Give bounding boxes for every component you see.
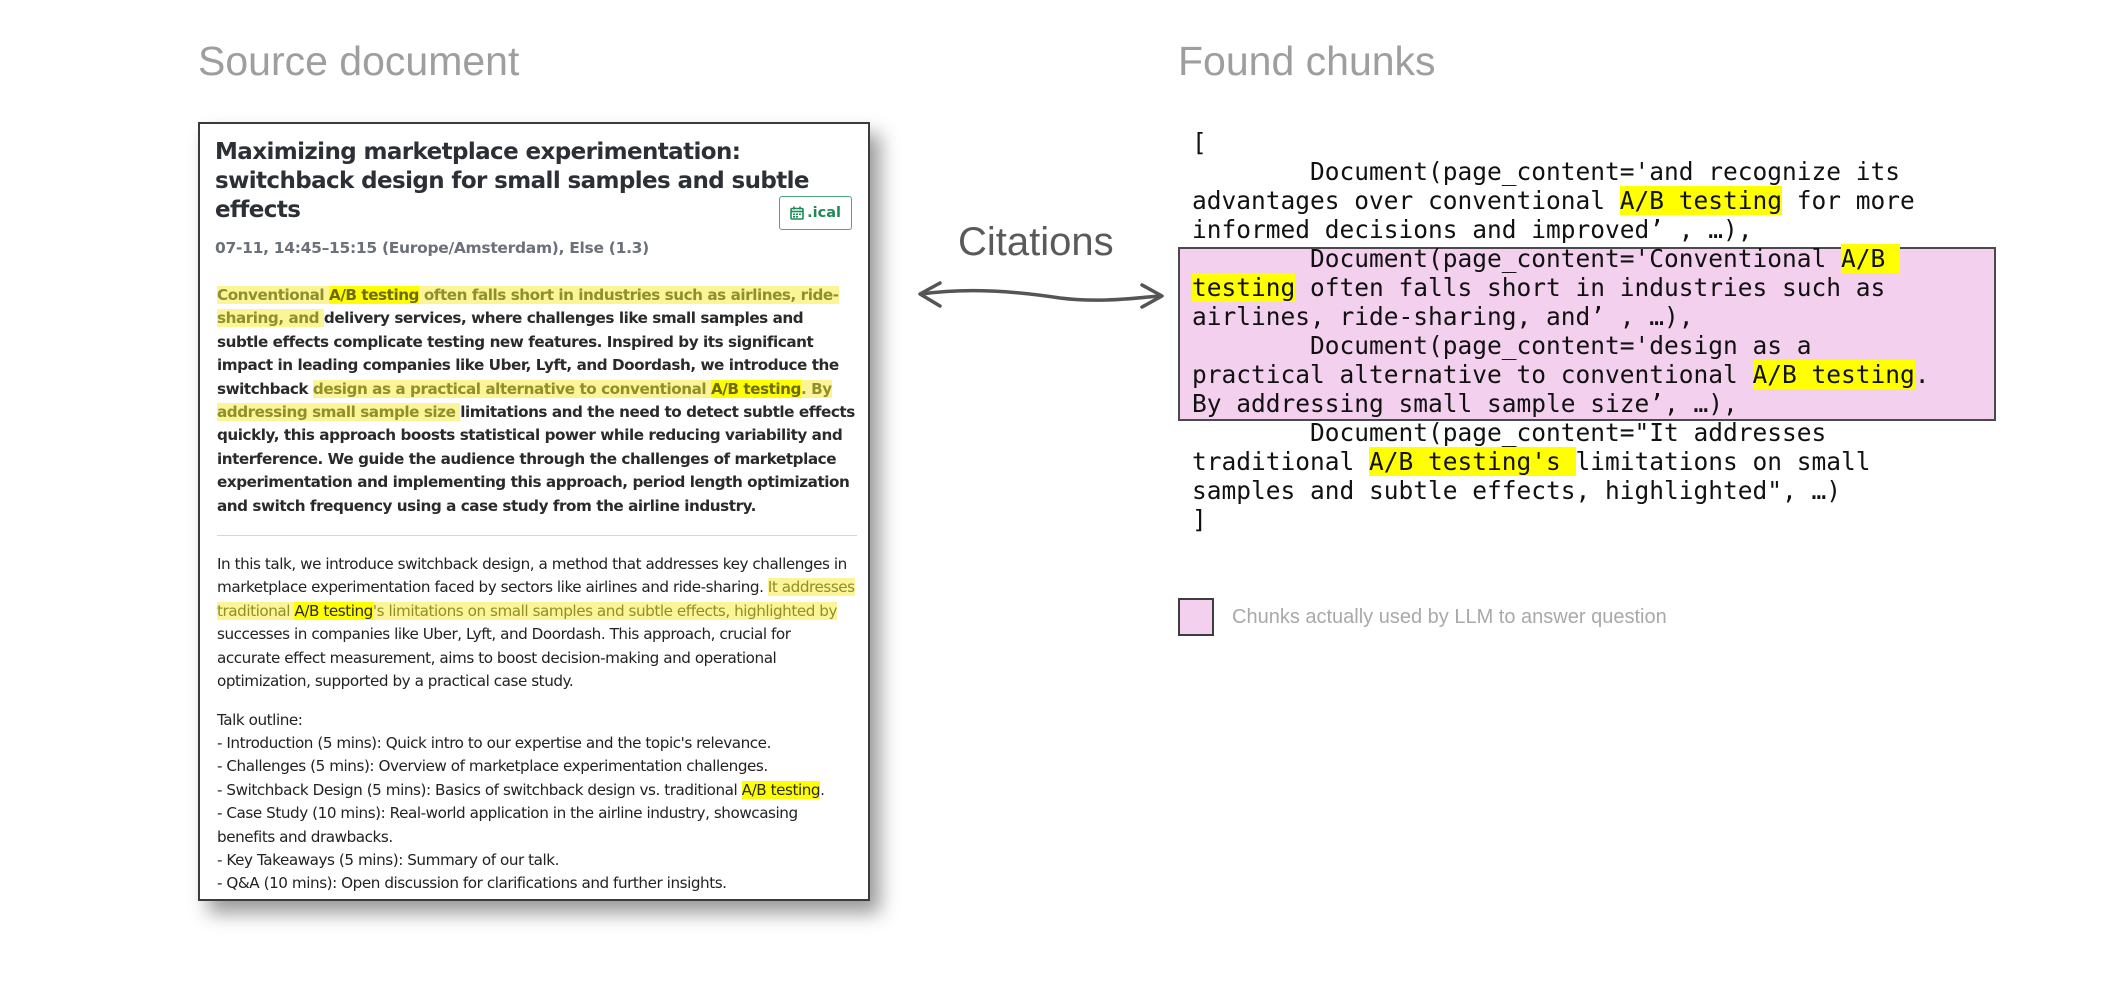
outline-item: - Q&A (10 mins): Open discussion for cla…	[217, 874, 727, 893]
outline-item: - Key Takeaways (5 mins): Summary of our…	[217, 850, 560, 869]
code-line: samples and subtle effects, highlighted"…	[1192, 476, 1842, 505]
ical-label: .ical	[807, 205, 841, 221]
code-line: informed decisions and improved’ , …),	[1192, 215, 1753, 244]
calendar-icon	[790, 206, 804, 220]
legend-swatch	[1178, 598, 1214, 636]
citations-label: Citations	[958, 220, 1114, 264]
double-headed-arrow-icon	[918, 281, 1164, 309]
outline-item: - Challenges (5 mins): Overview of marke…	[217, 757, 768, 776]
document-title: Maximizing marketplace experimentation: …	[215, 139, 810, 223]
outline-heading: Talk outline:	[217, 710, 303, 729]
code-line: Document(page_content="It addresses	[1192, 418, 1827, 447]
outline-item: - Switchback Design (5 mins): Basics of …	[217, 780, 825, 799]
code-line: testing often falls short in industries …	[1192, 273, 1886, 302]
search-term-highlight: A/B	[1841, 244, 1901, 273]
search-term-highlight: A/B testing	[1619, 186, 1783, 215]
code-line: By addressing small sample size’, …),	[1192, 389, 1738, 418]
source-document-heading: Source document	[198, 38, 520, 84]
source-document-card: Maximizing marketplace experimentation: …	[198, 122, 870, 901]
search-term-highlight: A/B testing	[741, 780, 821, 799]
code-line: traditional A/B testing's limitations on…	[1192, 447, 1871, 476]
search-term-highlight: testing	[1192, 273, 1296, 302]
outline-item: - Introduction (5 mins): Quick intro to …	[217, 733, 771, 752]
section-divider	[217, 535, 857, 537]
found-chunks-heading: Found chunks	[1178, 38, 1436, 84]
document-body: Conventional A/B testing often falls sho…	[217, 284, 857, 896]
code-line: Document(page_content='and recognize its	[1192, 157, 1901, 186]
legend-label: Chunks actually used by LLM to answer qu…	[1232, 606, 1667, 628]
search-term-highlight: A/B testing's	[1369, 447, 1576, 476]
search-term-highlight: A/B testing	[294, 601, 373, 620]
found-chunks-code: [ Document(page_content='and recognize i…	[1192, 128, 1930, 534]
code-line: advantages over conventional A/B testing…	[1192, 186, 1915, 215]
talk-outline: Talk outline: - Introduction (5 mins): Q…	[217, 709, 857, 896]
session-meta: 07-11, 14:45–15:15 (Europe/Amsterdam), E…	[215, 239, 649, 257]
search-term-highlight: A/B testing	[329, 286, 419, 304]
search-term-highlight: A/B testing	[710, 379, 801, 398]
description-paragraph: In this talk, we introduce switchback de…	[217, 555, 855, 691]
code-line: [	[1192, 128, 1207, 157]
abstract-paragraph: Conventional A/B testing often falls sho…	[217, 286, 855, 515]
code-line: ]	[1192, 505, 1207, 534]
code-line: Document(page_content='Conventional A/B	[1192, 244, 1901, 273]
ical-button[interactable]: .ical	[779, 196, 852, 230]
code-line: practical alternative to conventional A/…	[1192, 360, 1930, 389]
code-line: airlines, ride-sharing, and’ , …),	[1192, 302, 1694, 331]
code-line: Document(page_content='design as a	[1192, 331, 1812, 360]
outline-item: - Case Study (10 mins): Real-world appli…	[217, 804, 798, 846]
search-term-highlight: A/B testing	[1752, 360, 1915, 389]
